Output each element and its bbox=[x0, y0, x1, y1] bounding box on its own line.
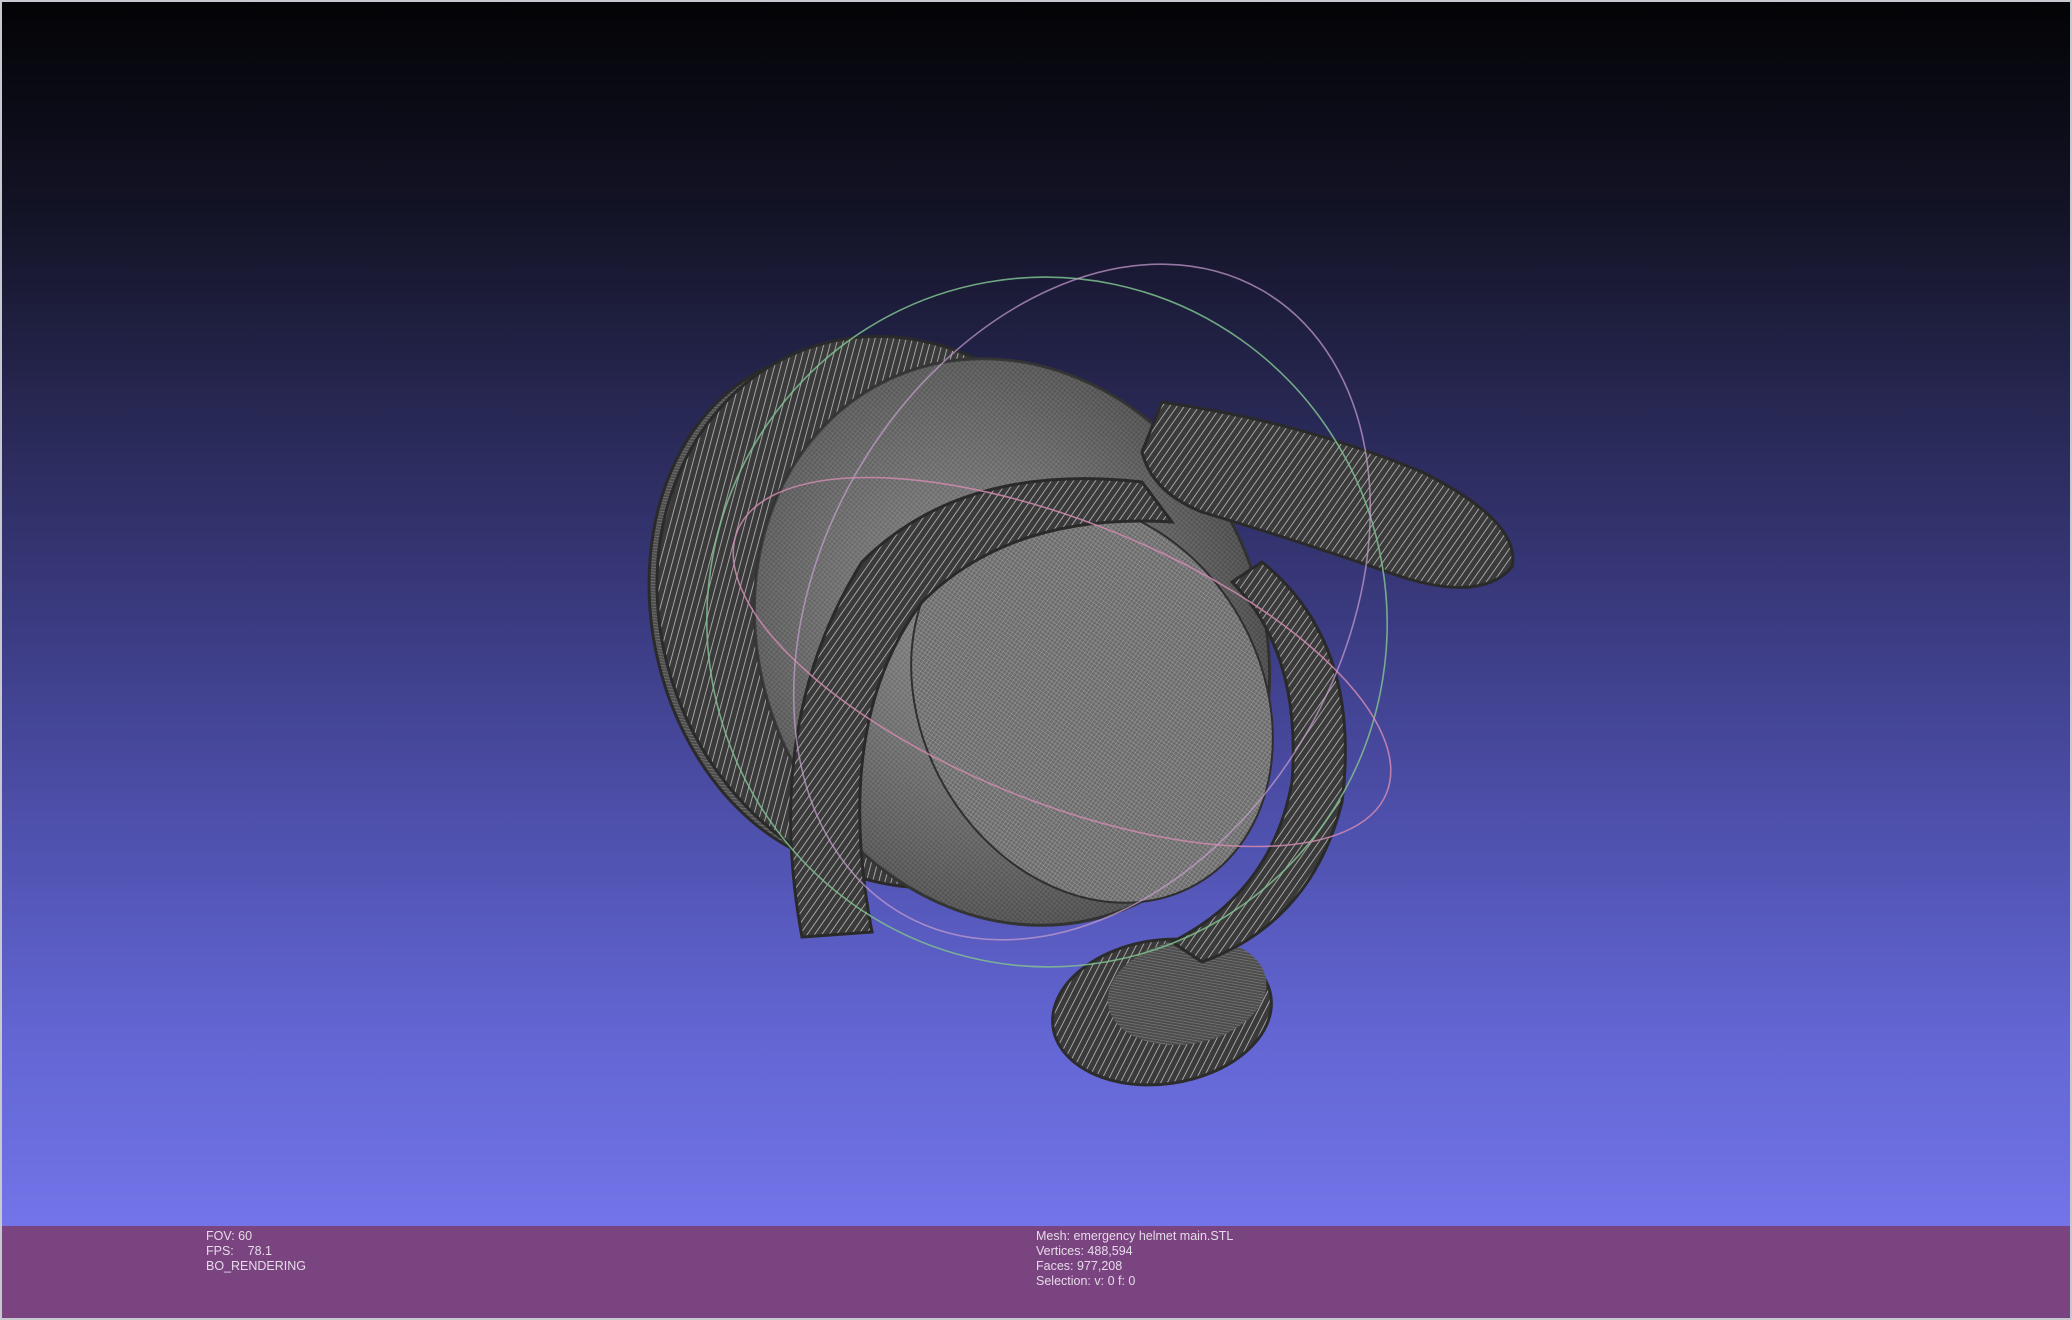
render-mode-label: BO_RENDERING bbox=[206, 1259, 307, 1273]
mesh-info: Mesh: emergency helmet main.STL Vertices… bbox=[1036, 1229, 1233, 1289]
fps-label: FPS: 78.1 bbox=[206, 1244, 273, 1258]
3d-viewport[interactable] bbox=[0, 0, 2072, 1226]
render-info: FOV: 60 FPS: 78.1 BO_RENDERING bbox=[206, 1229, 306, 1274]
faces-label: Faces: 977,208 bbox=[1036, 1259, 1123, 1273]
vertices-label: Vertices: 488,594 bbox=[1036, 1244, 1133, 1258]
chin-piece-shape bbox=[1051, 937, 1273, 1087]
fov-label: FOV: 60 bbox=[206, 1229, 253, 1243]
helmet-wireframe-mesh bbox=[647, 263, 1515, 1087]
mesh-name-label: Mesh: emergency helmet main.STL bbox=[1036, 1229, 1234, 1243]
selection-label: Selection: v: 0 f: 0 bbox=[1036, 1274, 1136, 1288]
